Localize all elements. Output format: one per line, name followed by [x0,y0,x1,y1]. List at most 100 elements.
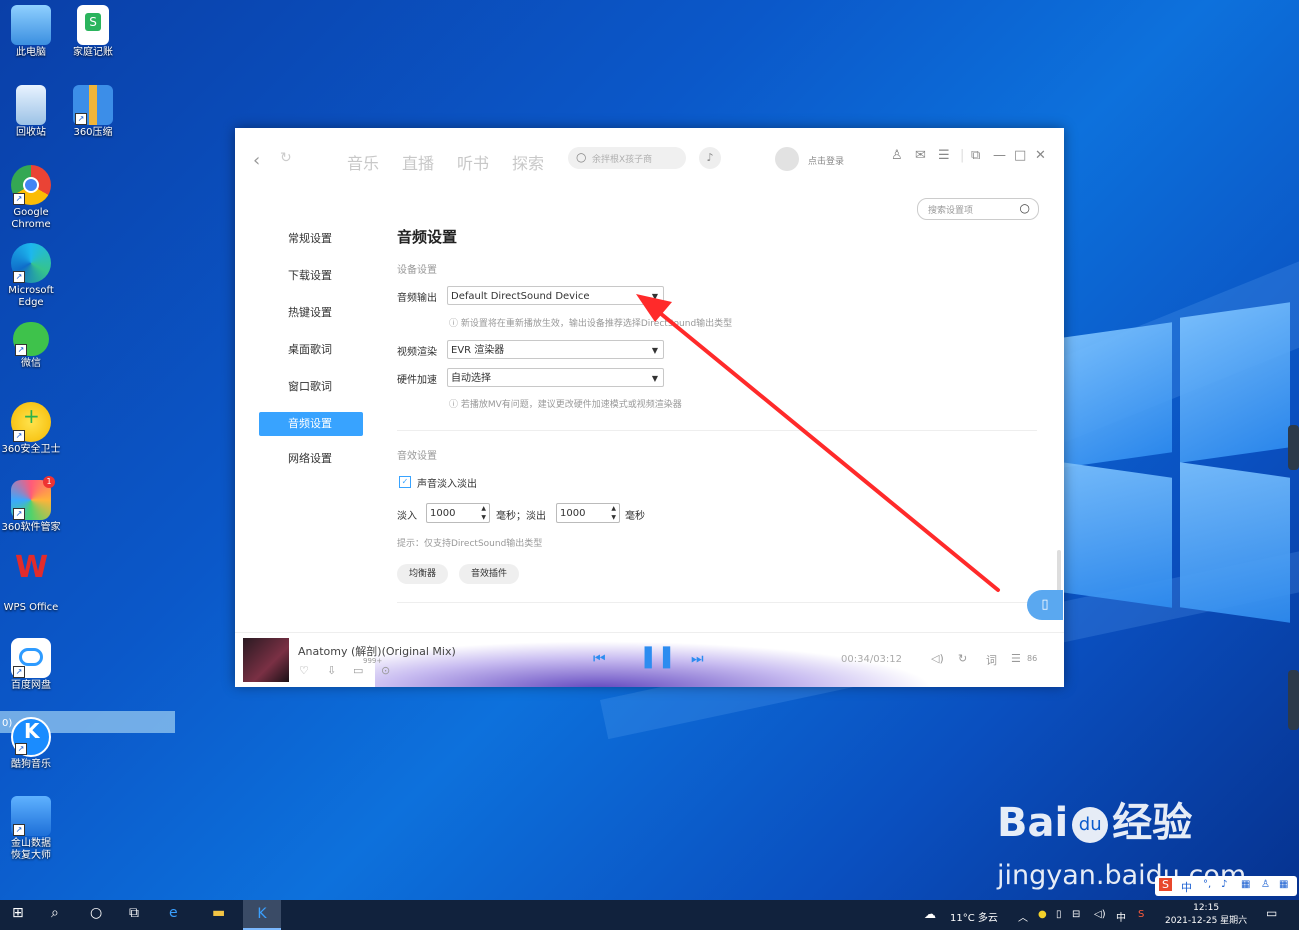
sidebar-item-network[interactable]: 网络设置 [259,448,363,485]
minimize-icon[interactable]: — [993,148,1006,163]
pause-icon[interactable]: ❚❚ [639,644,676,669]
side-scroll-widget[interactable] [1288,670,1299,730]
close-icon[interactable]: ✕ [1035,148,1046,163]
clock[interactable]: 12:15 2021-12-25 星期六 [1165,902,1247,928]
desktop-icon-wps[interactable]: W WPS Office [0,553,62,614]
sidebar-item-window-lyrics[interactable]: 窗口歌词 [259,376,363,413]
audio-output-hint-text: 新设置将在重新播放生效，输出设备推荐选择DirectSound输出类型 [460,319,733,329]
audio-output-select[interactable]: Default DirectSound Device ▼ [447,286,664,305]
desktop-icon-360-security[interactable]: + ↗ 360安全卫士 [0,402,62,456]
sogou-tray-icon[interactable]: S [1138,909,1144,920]
video-render-select[interactable]: EVR 渲染器 ▼ [447,340,664,359]
ime-toolbar[interactable]: S 中 °, ♪ ▦ ♙ ▦ [1155,876,1297,896]
ie-icon[interactable]: e [169,905,178,921]
playlist-count: 86 [1027,654,1038,663]
sidebar-item-download[interactable]: 下载设置 [259,265,363,302]
skin-shirt-icon[interactable]: ♙ [891,148,903,163]
voice-search-icon[interactable]: ♪ [699,147,721,169]
sidebar-item-hotkey[interactable]: 热键设置 [259,302,363,339]
ime-indicator[interactable]: 中 [1116,909,1126,924]
refresh-icon[interactable]: ↻ [280,150,292,166]
tab-music[interactable]: 音乐 [347,150,379,174]
shortcut-arrow-icon: ↗ [13,666,25,678]
notification-icon[interactable]: ▭ [1266,906,1277,920]
stepper-arrows-icon[interactable]: ▲ ▼ [611,504,616,522]
chevron-up-icon[interactable]: ︿ [1018,909,1028,924]
desktop-icon-recycle-bin[interactable]: 回收站 [0,85,62,139]
ime-language[interactable]: 中 [1181,879,1192,895]
desktop-icon-chrome[interactable]: ↗ Google Chrome [0,165,62,231]
settings-search-input[interactable]: 搜索设置项 ○ [917,198,1039,220]
desktop-icon-spreadsheet[interactable]: S 家庭记账 [62,5,124,59]
desktop-icon-kugou[interactable]: K ↗ 酷狗音乐 [0,717,62,771]
ime-keyboard-icon[interactable]: ▦ [1241,879,1250,890]
desktop-icon-360-software[interactable]: 1 ↗ 360软件管家 [0,476,62,534]
weather-text[interactable]: 11°C 多云 [950,909,998,924]
fade-checkbox[interactable]: ✓ [399,476,411,488]
maximize-icon[interactable]: □ [1014,148,1026,163]
360-tray-icon[interactable]: ● [1038,909,1047,920]
fade-out-stepper[interactable]: 1000 ▲ ▼ [556,503,620,523]
sidebar-item-general[interactable]: 常规设置 [259,228,363,265]
desktop-icon-label: 家庭记账 [73,47,113,58]
kugou-music-icon: K ↗ [11,717,51,757]
ime-skin-icon[interactable]: ♙ [1261,879,1270,890]
desktop-icon-this-pc[interactable]: 此电脑 [0,5,62,59]
desktop-icon-360zip[interactable]: ↗ 360压缩 [62,85,124,139]
avatar[interactable] [775,147,799,171]
loop-icon[interactable]: ↻ [958,652,967,665]
desktop-icon-edge[interactable]: ↗ Microsoft Edge [0,243,62,309]
windows-start-icon[interactable]: ⊞ [12,905,24,921]
previous-icon[interactable]: ⏮ [593,651,606,667]
file-explorer-icon[interactable]: ▬ [212,905,225,921]
global-search-input[interactable]: ○ 余拌根X孩子商 [568,147,686,169]
desktop-icon-wechat[interactable]: ↗ 微信 [0,322,62,370]
task-view-icon[interactable]: ⧉ [129,905,139,921]
clock-time: 12:15 [1193,903,1220,913]
desktop-icon-label: 此电脑 [16,47,46,58]
back-arrow-icon[interactable]: ‹ [253,150,260,171]
network-icon[interactable]: ⊟ [1072,909,1080,920]
fade-in-stepper[interactable]: 1000 ▲ ▼ [426,503,490,523]
volume-icon[interactable]: ◁) [931,652,944,665]
hw-accel-select[interactable]: 自动选择 ▼ [447,368,664,387]
sidebar-item-audio[interactable]: 音频设置 [259,412,363,436]
sound-plugin-button[interactable]: 音效插件 [459,564,520,584]
more-icon[interactable]: ⊙ [381,664,390,677]
playlist-icon[interactable]: ☰ [1011,652,1021,665]
page-title: 音频设置 [397,228,458,246]
mail-icon[interactable]: ✉ [915,148,926,163]
ime-punctuation-icon[interactable]: °, [1203,879,1211,890]
desktop-icon-baidu-netdisk[interactable]: ↗ 百度网盘 [0,638,62,692]
ime-voice-icon[interactable]: ♪ [1221,879,1227,890]
tab-audiobooks[interactable]: 听书 [457,150,489,174]
desktop-icon-kingsoft-recovery[interactable]: ↗ 金山数据恢复大师 [0,796,62,862]
kugou-taskbar-icon[interactable]: K [243,900,281,930]
zip-archive-icon: ↗ [73,85,113,125]
video-render-label: 视频渲染 [397,347,437,358]
lyrics-button[interactable]: 词 [986,652,997,668]
tab-live[interactable]: 直播 [402,150,434,174]
next-icon[interactable]: ⏭ [691,651,704,667]
settings-scrollbar[interactable] [1057,550,1061,592]
login-link[interactable]: 点击登录 [808,154,844,167]
album-cover[interactable] [243,638,289,682]
stepper-arrows-icon[interactable]: ▲ ▼ [481,504,486,522]
phone-icon[interactable]: ▯ [1027,590,1063,620]
volume-icon[interactable]: ◁) [1094,909,1106,920]
heart-icon[interactable]: ♡ [299,664,309,677]
search-icon[interactable]: ⌕ [51,905,59,921]
tab-explore[interactable]: 探索 [512,150,544,174]
equalizer-button[interactable]: 均衡器 [397,564,449,584]
comment-icon[interactable]: ▭ [353,664,363,677]
side-scroll-widget[interactable] [1288,425,1299,470]
sidebar-item-desktop-lyrics[interactable]: 桌面歌词 [259,339,363,376]
shortcut-arrow-icon: ↗ [13,430,25,442]
mini-mode-icon[interactable]: ⧉ [971,148,980,163]
download-icon[interactable]: ⇩ [327,664,336,677]
audio-output-label: 音频输出 [397,293,437,304]
ime-toolbox-icon[interactable]: ▦ [1279,879,1288,890]
cortana-icon[interactable]: ○ [90,905,102,921]
menu-icon[interactable]: ☰ [938,148,950,163]
usb-icon[interactable]: ▯ [1056,909,1062,920]
